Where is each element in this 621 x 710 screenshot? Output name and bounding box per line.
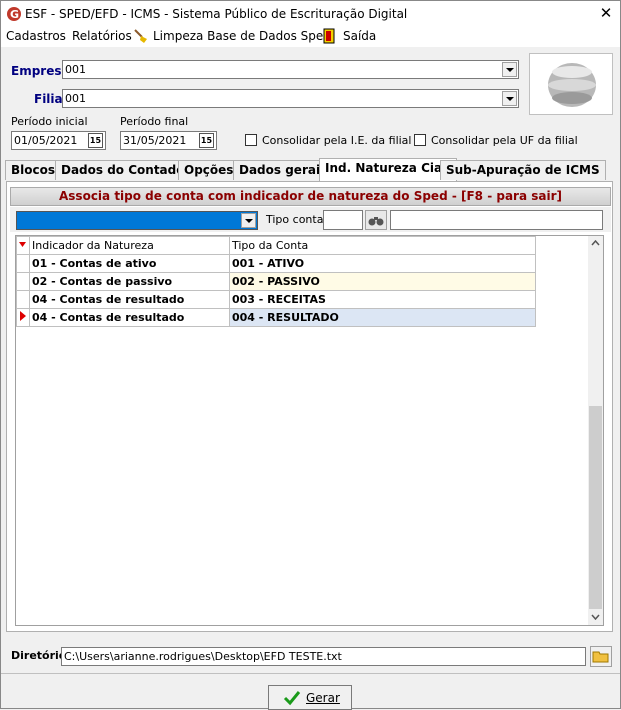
table-row-selected[interactable]: 04 - Contas de resultado 004 - RESULTADO [16,308,536,327]
diretorio-input[interactable]: C:\Users\arianne.rodrigues\Desktop\EFD T… [61,647,586,666]
folder-open-icon [592,651,609,663]
chevron-down-icon[interactable] [241,213,256,228]
periodo-final-value: 31/05/2021 [123,134,187,147]
col-indicador-natureza[interactable]: Indicador da Natureza [29,236,230,255]
natureza-table: Indicador da Natureza Tipo da Conta 01 -… [16,236,536,327]
tab-opcoes[interactable]: Opções [178,160,240,180]
periodo-final-label: Período final [120,115,189,128]
periodo-final-input[interactable]: 31/05/2021 15 [120,131,217,150]
tab-blocos[interactable]: Blocos [5,160,62,180]
logo-box [529,53,613,115]
sort-triangle-icon [19,242,26,247]
exit-door-icon [323,28,335,44]
tipo-conta-label: Tipo conta [266,213,324,226]
globe-logo-icon [548,63,596,107]
close-icon[interactable]: ✕ [596,4,616,22]
vertical-scrollbar[interactable] [588,236,603,625]
consolidar-uf-label: Consolidar pela UF da filial [431,134,578,147]
menu-limpeza[interactable]: Limpeza Base de Dados Sped [153,29,331,43]
cell-tipo-conta[interactable]: 004 - RESULTADO [229,308,536,327]
filial-select[interactable]: 001 [62,89,519,108]
row-indicator [16,254,30,273]
tab-ind-natureza-ciap[interactable]: Ind. Natureza Ciap [319,158,457,182]
cell-natureza[interactable]: 04 - Contas de resultado [29,290,230,309]
menu-saida[interactable]: Saída [343,29,376,43]
cell-tipo-conta[interactable]: 002 - PASSIVO [229,272,536,291]
app-logo-icon: G [7,7,21,21]
table-row[interactable]: 01 - Contas de ativo 001 - ATIVO [16,254,536,273]
calendar-icon[interactable]: 15 [88,133,103,148]
tab-dados-do-contador[interactable]: Dados do Contador [55,160,197,180]
data-grid[interactable]: Indicador da Natureza Tipo da Conta 01 -… [15,235,604,626]
browse-folder-button[interactable] [590,646,612,667]
broom-icon [134,29,147,43]
diretorio-value: C:\Users\arianne.rodrigues\Desktop\EFD T… [64,650,342,663]
diretorio-label: Diretório [11,649,67,662]
binoculars-icon [368,217,384,226]
menu-bar: Cadastros Relatórios Limpeza Base de Dad… [1,27,620,47]
filial-value: 001 [65,92,86,105]
chevron-down-icon[interactable] [502,62,517,77]
periodo-inicial-value: 01/05/2021 [14,134,78,147]
empresa-label: Empresa [11,64,70,78]
consolidar-uf-checkbox[interactable] [414,134,426,146]
cell-tipo-conta[interactable]: 001 - ATIVO [229,254,536,273]
cell-natureza[interactable]: 02 - Contas de passivo [29,272,230,291]
gerar-label: Gerar [306,691,340,705]
row-indicator [16,272,30,291]
indicator-header [16,236,30,255]
scrollbar-thumb[interactable] [589,406,602,609]
cell-natureza[interactable]: 04 - Contas de resultado [29,308,230,327]
periodo-inicial-label: Período inicial [11,115,88,128]
menu-relatorios[interactable]: Relatórios [72,29,132,43]
menu-cadastros[interactable]: Cadastros [6,29,66,43]
table-header-row: Indicador da Natureza Tipo da Conta [16,236,536,255]
row-indicator [16,308,30,327]
scroll-down-icon[interactable] [591,614,600,620]
natureza-filter-select[interactable] [16,211,258,230]
consolidar-ie-label: Consolidar pela I.E. da filial [262,134,412,147]
svg-text:G: G [10,8,19,21]
panel-header: Associa tipo de conta com indicador de n… [10,187,611,206]
scroll-up-icon[interactable] [591,240,600,246]
col-tipo-conta[interactable]: Tipo da Conta [229,236,536,255]
tab-sub-apuracao-icms[interactable]: Sub-Apuração de ICMS [440,160,606,180]
current-row-arrow-icon [20,311,26,321]
consolidar-ie-checkbox[interactable] [245,134,257,146]
description-search-input[interactable] [390,210,603,230]
binoculars-search-button[interactable] [365,210,387,230]
empresa-select[interactable]: 001 [62,60,519,79]
cell-natureza[interactable]: 01 - Contas de ativo [29,254,230,273]
table-row[interactable]: 02 - Contas de passivo 002 - PASSIVO [16,272,536,291]
divider [1,673,620,674]
calendar-icon[interactable]: 15 [199,133,214,148]
checkmark-icon [283,691,301,706]
chevron-down-icon[interactable] [502,91,517,106]
tipo-conta-input[interactable] [323,210,363,230]
cell-tipo-conta[interactable]: 003 - RECEITAS [229,290,536,309]
empresa-value: 001 [65,63,86,76]
window-title: ESF - SPED/EFD - ICMS - Sistema Público … [25,7,408,21]
row-indicator [16,290,30,309]
table-row[interactable]: 04 - Contas de resultado 003 - RECEITAS [16,290,536,309]
periodo-inicial-input[interactable]: 01/05/2021 15 [11,131,106,150]
gerar-button[interactable]: Gerar [268,685,352,710]
